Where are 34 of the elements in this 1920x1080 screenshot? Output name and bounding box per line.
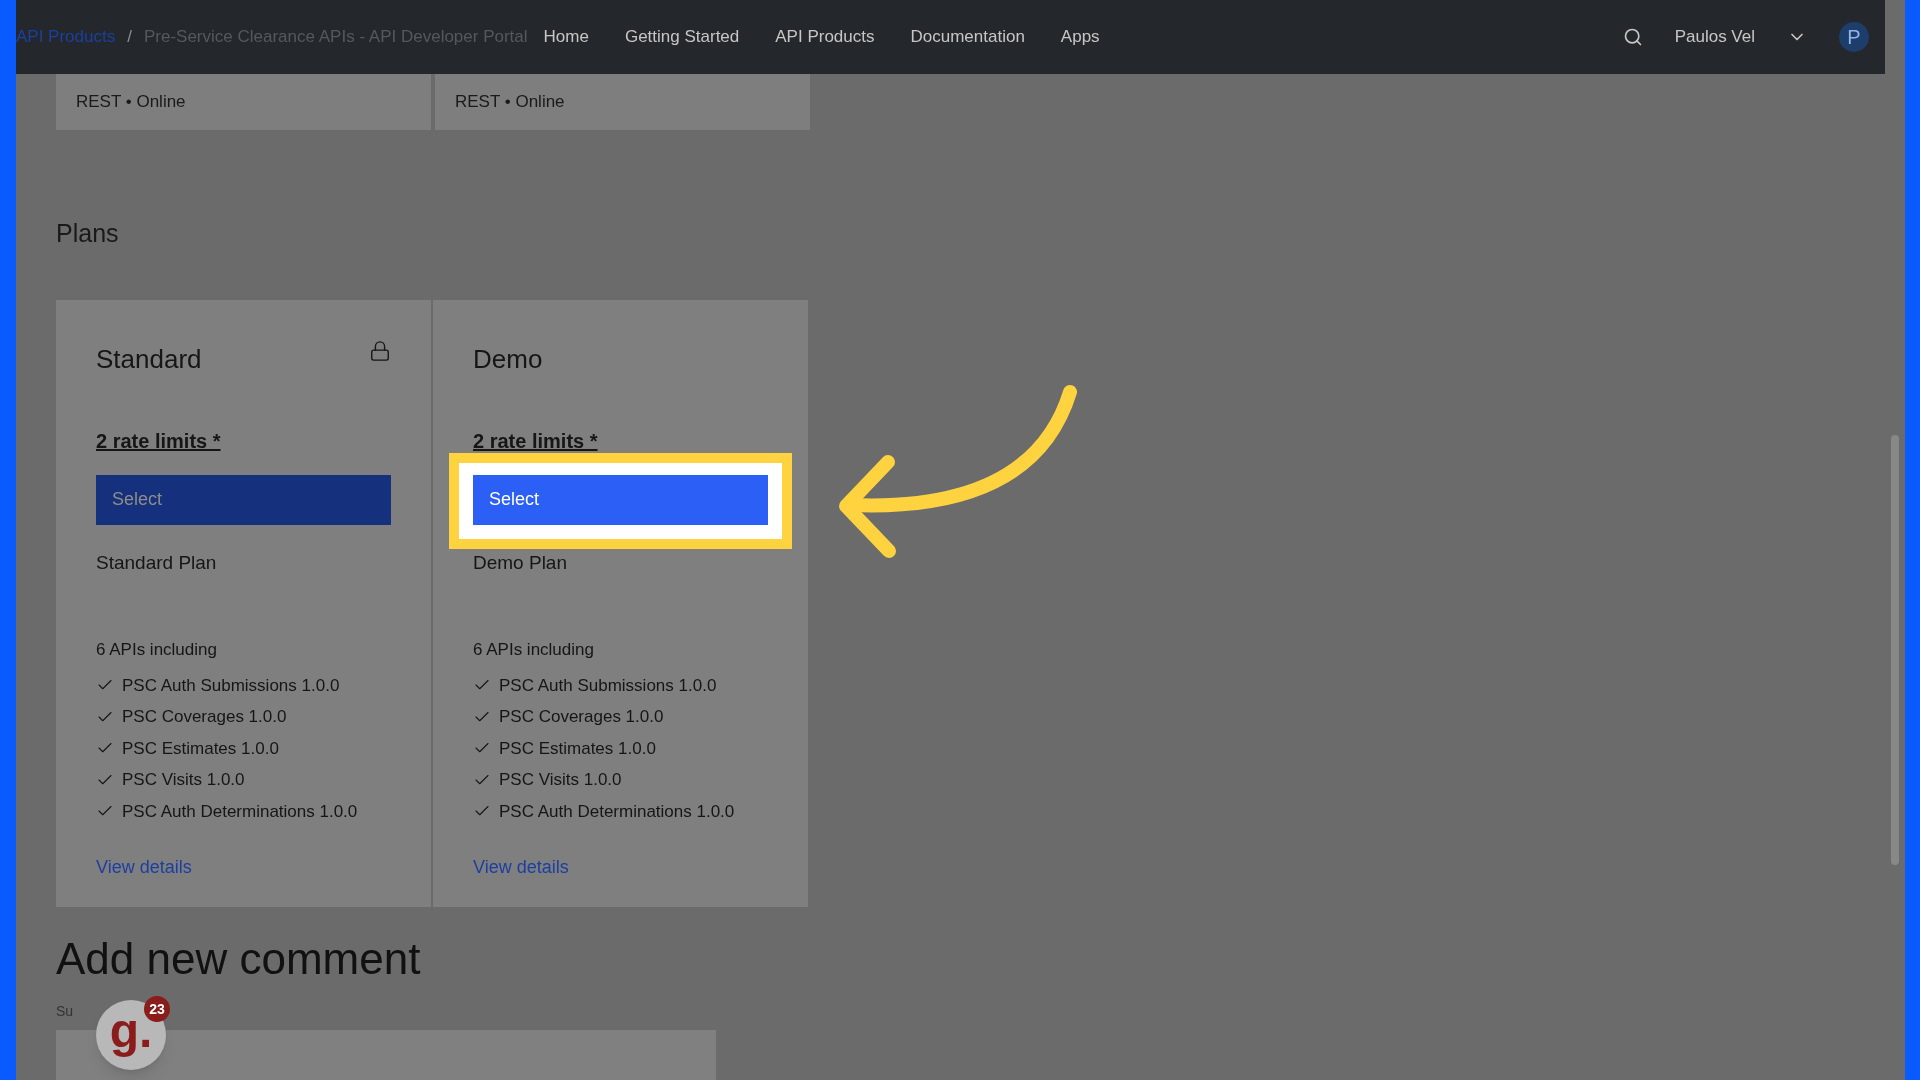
nav-link[interactable]: API Products — [775, 24, 875, 50]
plan-description: Standard Plan — [96, 550, 218, 575]
comment-heading: Add new comment — [56, 936, 421, 981]
plan-description: Demo Plan — [473, 550, 568, 575]
section-title: Plans — [56, 218, 119, 249]
breadcrumb-separator: / — [127, 26, 132, 49]
api-card[interactable]: REST • Online — [56, 74, 431, 130]
api-card[interactable]: REST • Online — [435, 74, 810, 130]
api-item: PSC Estimates 1.0.0 — [122, 737, 279, 760]
nav-link[interactable]: Apps — [1060, 24, 1100, 50]
search-icon[interactable] — [1622, 27, 1643, 47]
api-item: PSC Coverages 1.0.0 — [122, 706, 287, 728]
notification-count: 23 — [144, 996, 170, 1022]
user-avatar[interactable]: P — [1839, 22, 1869, 52]
rate-limits-link[interactable]: 2 rate limits * — [473, 430, 598, 451]
api-item: PSC Visits 1.0.0 — [499, 769, 622, 791]
user-name[interactable]: Paulos Vel — [1674, 24, 1755, 50]
plan-title: Demo — [473, 342, 543, 376]
nav-link[interactable]: Home — [543, 24, 589, 50]
apis-heading: 6 APIs including — [96, 639, 218, 661]
api-item: PSC Visits 1.0.0 — [122, 769, 245, 791]
nav-link[interactable]: Getting Started — [624, 24, 740, 50]
api-item: PSC Estimates 1.0.0 — [499, 737, 656, 760]
select-button[interactable]: Select — [473, 474, 768, 525]
api-item: PSC Auth Submissions 1.0.0 — [122, 674, 340, 697]
apis-heading: 6 APIs including — [473, 639, 595, 661]
api-item: PSC Auth Submissions 1.0.0 — [499, 674, 717, 697]
subject-label: Su — [56, 1001, 74, 1021]
api-item: PSC Auth Determinations 1.0.0 — [499, 800, 735, 823]
api-item: PSC Auth Determinations 1.0.0 — [122, 800, 358, 823]
scrollbar-thumb[interactable] — [1891, 435, 1899, 865]
nav-link[interactable]: Documentation — [910, 24, 1025, 50]
api-item: PSC Coverages 1.0.0 — [499, 706, 664, 728]
plan-title: Standard — [96, 342, 202, 376]
